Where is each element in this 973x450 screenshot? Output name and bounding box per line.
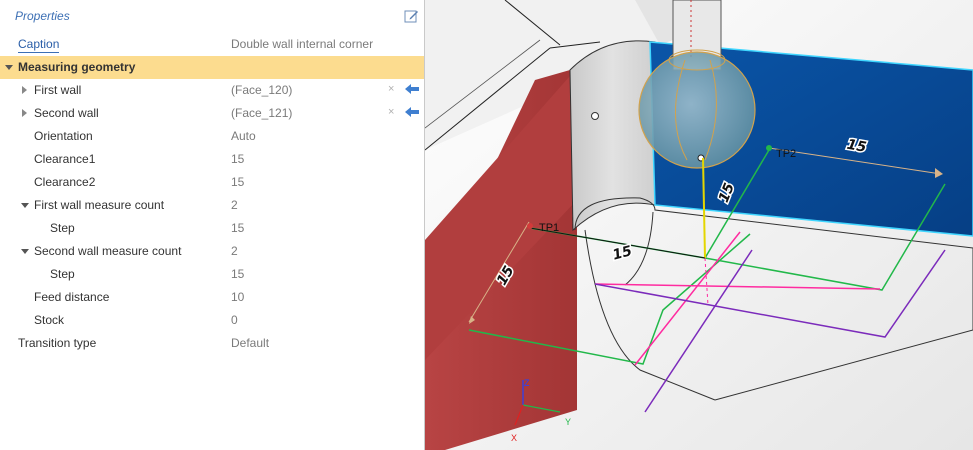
row-label: Clearance1 <box>34 152 96 166</box>
caption-row[interactable]: Caption Double wall internal corner <box>0 33 424 56</box>
row-first-wall-measure-count[interactable]: First wall measure count 2 <box>0 194 424 217</box>
row-value[interactable]: Auto <box>231 129 256 143</box>
section-label: Measuring geometry <box>18 60 136 74</box>
row-transition-type[interactable]: Transition type Default <box>0 332 424 355</box>
row-value[interactable]: 15 <box>231 175 244 189</box>
row-second-wall[interactable]: Second wall (Face_121) × <box>0 102 424 125</box>
row-label: Second wall <box>34 106 99 120</box>
row-orientation[interactable]: Orientation Auto <box>0 125 424 148</box>
collapse-icon[interactable] <box>21 203 29 208</box>
collapse-icon[interactable] <box>21 249 29 254</box>
row-value[interactable]: 15 <box>231 152 244 166</box>
row-label: Step <box>50 267 75 281</box>
caption-label[interactable]: Caption <box>18 37 60 53</box>
pick-arrow-icon[interactable] <box>405 107 419 117</box>
probe-ball <box>638 51 756 169</box>
pick-arrow-icon[interactable] <box>405 84 419 94</box>
y-axis-label: Y <box>565 417 571 427</box>
x-axis-label: X <box>511 433 517 443</box>
row-value[interactable]: 15 <box>231 267 244 281</box>
touch-point-label-2: TP2 <box>776 148 796 160</box>
row-second-wall-measure-count[interactable]: Second wall measure count 2 <box>0 240 424 263</box>
panel-title: Properties <box>15 9 70 23</box>
row-label: Clearance2 <box>34 175 96 189</box>
fillet-cylinder <box>569 40 656 232</box>
row-label: Transition type <box>18 336 97 350</box>
row-value[interactable]: 2 <box>231 244 238 258</box>
row-clearance2[interactable]: Clearance2 15 <box>0 171 424 194</box>
clear-icon[interactable]: × <box>388 83 394 95</box>
point-marker <box>591 112 599 120</box>
row-label: Step <box>50 221 75 235</box>
row-value[interactable]: Default <box>231 336 269 350</box>
row-feed-distance[interactable]: Feed distance 10 <box>0 286 424 309</box>
row-value[interactable]: (Face_121) <box>231 106 292 120</box>
row-value[interactable]: 15 <box>231 221 244 235</box>
row-label: Orientation <box>34 129 93 143</box>
touch-point-label-1: TP1 <box>539 222 559 234</box>
row-first-wall[interactable]: First wall (Face_120) × <box>0 79 424 102</box>
row-label: Second wall measure count <box>34 244 182 258</box>
caption-value[interactable]: Double wall internal corner <box>231 37 373 51</box>
row-clearance1[interactable]: Clearance1 15 <box>0 148 424 171</box>
touch-point-1[interactable] <box>527 223 533 229</box>
expand-icon[interactable] <box>22 86 27 94</box>
row-label: Stock <box>34 313 65 327</box>
row-value[interactable]: 0 <box>231 313 238 327</box>
z-axis-label: Z <box>524 378 530 388</box>
row-step-1[interactable]: Step 15 <box>0 217 424 240</box>
panel-header: Properties <box>0 0 424 30</box>
section-measuring-geometry[interactable]: Measuring geometry <box>0 56 424 79</box>
row-value[interactable]: 10 <box>231 290 244 304</box>
dimension-label-4: 15 <box>846 137 868 156</box>
collapse-icon[interactable] <box>5 65 13 70</box>
row-label: First wall measure count <box>34 198 165 212</box>
row-value[interactable]: 2 <box>231 198 238 212</box>
touch-point-2[interactable] <box>766 145 772 151</box>
3d-viewport[interactable]: 15 15 15 15 TP1 TP2 Z Y X <box>425 0 973 450</box>
row-value[interactable]: (Face_120) <box>231 83 292 97</box>
expand-icon[interactable] <box>22 109 27 117</box>
row-label: Feed distance <box>34 290 110 304</box>
properties-panel: Properties Caption Double wall internal … <box>0 0 425 450</box>
row-stock[interactable]: Stock 0 <box>0 309 424 332</box>
edit-icon[interactable] <box>404 9 419 23</box>
scene-svg[interactable]: 15 15 15 15 TP1 TP2 Z Y X <box>425 0 973 450</box>
clear-icon[interactable]: × <box>388 106 394 118</box>
row-label: First wall <box>34 83 82 97</box>
row-step-2[interactable]: Step 15 <box>0 263 424 286</box>
